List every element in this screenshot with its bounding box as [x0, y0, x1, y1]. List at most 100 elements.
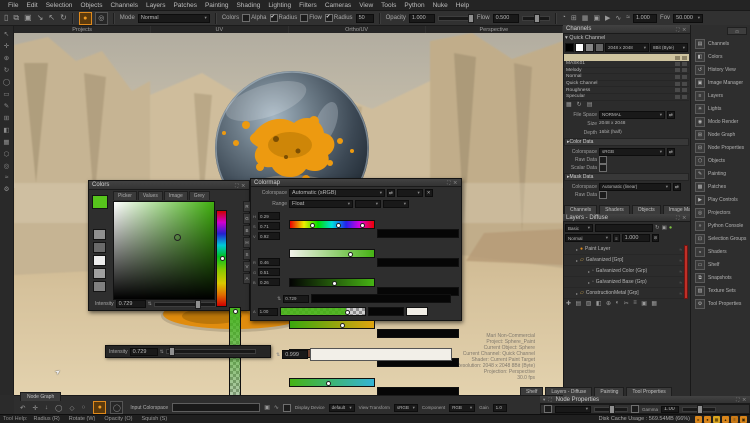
hue-strip[interactable]: [216, 210, 227, 307]
np-checkbox[interactable]: [544, 405, 552, 413]
floating-alpha-stepper-icon[interactable]: ⇅: [276, 352, 280, 358]
display-toolbar-icon[interactable]: ∿: [615, 14, 621, 22]
nodegraph-tool-icon[interactable]: ↶: [20, 404, 25, 412]
layer-amount-field[interactable]: 1.000: [622, 234, 650, 242]
gradient-strip-val[interactable]: [289, 278, 375, 287]
channel-list-item[interactable]: Normal: [564, 74, 689, 81]
mode-select[interactable]: Normal▾: [138, 14, 210, 23]
layer-row[interactable]: ▸ ▱ ConstructionMetal [Grp] ≈: [564, 288, 684, 299]
display-toolbar-icon[interactable]: ≈: [626, 14, 630, 22]
display-device-select[interactable]: default▾: [329, 404, 355, 412]
floating-intensity-field[interactable]: 0.729: [130, 348, 158, 356]
status-chip-icon[interactable]: ▸: [695, 416, 702, 423]
np-slider[interactable]: [594, 407, 628, 412]
menu-item[interactable]: Edit: [22, 2, 41, 9]
flow-field[interactable]: 0.500: [493, 14, 519, 23]
colors-tab[interactable]: Values: [138, 191, 163, 200]
layers-scrollbar[interactable]: [684, 245, 688, 299]
display-toolbar-icon[interactable]: ▶: [605, 14, 610, 22]
menu-item[interactable]: Objects: [76, 2, 106, 9]
colorspace-swap-button[interactable]: ⇄: [387, 189, 395, 197]
floating-alpha-field[interactable]: 0.999: [282, 350, 308, 359]
palette-item[interactable]: ↺ History View: [691, 63, 750, 76]
selected-channel-row[interactable]: [564, 54, 689, 61]
tool-rail-icon[interactable]: ↻: [4, 66, 9, 74]
fov-field[interactable]: 50.000▾: [673, 14, 703, 23]
status-chip-icon[interactable]: ▣: [740, 416, 747, 423]
panel-window-controls-icon[interactable]: ⛶ ✕: [676, 27, 687, 32]
viewport-tab[interactable]: Projects: [14, 26, 151, 33]
intensity-slider[interactable]: [154, 302, 216, 307]
gray-swatch[interactable]: [585, 43, 594, 52]
alpha-gradient-strip[interactable]: [280, 307, 366, 316]
layer-lock-icon[interactable]: ⊘: [652, 234, 660, 242]
layers-footer-icon[interactable]: ≡: [633, 300, 637, 307]
dock-panel-tab[interactable]: Objects: [632, 205, 661, 214]
colorspace-select[interactable]: Automatic (sRGB)▾: [289, 189, 385, 197]
tool-rail-icon[interactable]: ⬡: [4, 150, 10, 158]
layers-footer-icon[interactable]: ✂: [624, 300, 629, 307]
layer-row[interactable]: ▸ ▫ Galvanized Base (Grp) ≈: [564, 277, 684, 288]
colorspace-aux-select[interactable]: ▾: [397, 189, 423, 197]
dock-bottom-tab[interactable]: Tool Properties: [626, 387, 671, 396]
channel-list-item[interactable]: Roughness: [564, 87, 689, 94]
layers-panel-titlebar[interactable]: Layers - Diffuse ⛶ ✕: [563, 214, 690, 222]
rgb-value-field[interactable]: 0.26: [258, 278, 280, 286]
status-chip-icon[interactable]: ●: [704, 416, 711, 423]
menu-item[interactable]: Tools: [377, 2, 400, 9]
quick-channel-row[interactable]: ▾ Quick Channel: [565, 35, 605, 41]
mask-colorspace-swap-button[interactable]: ⇄: [673, 183, 681, 191]
file-toolbar-icon[interactable]: ↘: [37, 13, 44, 23]
display-toolbar-icon[interactable]: ⊞: [571, 14, 577, 22]
opacity-field[interactable]: 1.000: [409, 14, 435, 23]
file-toolbar-icon[interactable]: ⧉: [13, 13, 19, 23]
floating-intensity-slider[interactable]: [166, 349, 256, 354]
tool-rail-icon[interactable]: ↖: [4, 30, 9, 38]
colorspace-close-button[interactable]: ✕: [425, 189, 433, 197]
menu-item[interactable]: Painting: [201, 2, 233, 9]
menu-item[interactable]: Channels: [106, 2, 141, 9]
rgb-value-field[interactable]: 0.51: [258, 268, 280, 276]
menu-item[interactable]: Help: [452, 2, 473, 9]
gamma-checkbox[interactable]: [631, 405, 639, 413]
checkbox-option[interactable]: Alpha: [242, 14, 266, 22]
opacity-slider[interactable]: [438, 16, 474, 21]
palette-item[interactable]: ☀ Lights: [691, 102, 750, 115]
paint-brush-tool-icon[interactable]: ●: [79, 12, 92, 25]
tool-rail-icon[interactable]: ✛: [4, 42, 9, 50]
mask-raw-data-checkbox[interactable]: [599, 191, 607, 199]
layers-filter-select[interactable]: Basic▾: [565, 224, 593, 232]
file-space-select[interactable]: NORMAL▾: [599, 111, 665, 119]
channel-depth-select[interactable]: 8Bit (Byte)▾: [650, 43, 688, 52]
tool-rail-icon[interactable]: ▭: [3, 90, 9, 98]
checkbox-option[interactable]: Radius: [325, 14, 353, 22]
refresh-icon[interactable]: ↻: [655, 225, 660, 231]
colors-tab[interactable]: Picker: [113, 191, 137, 200]
range-select[interactable]: Float▾: [289, 200, 353, 208]
mid-value-field[interactable]: 0.729: [283, 295, 309, 303]
dock-panel-tab[interactable]: Shaders: [599, 205, 630, 214]
mask-data-section[interactable]: ▸ Mask Data: [564, 173, 689, 181]
gradient-strip-sat[interactable]: [289, 249, 375, 258]
colors-panel-titlebar[interactable]: Colors ⛶ ✕: [89, 181, 249, 190]
nodegraph-tool-icon[interactable]: ✛: [32, 404, 37, 412]
gamma-field[interactable]: 1.00: [661, 406, 679, 413]
file-space-swap-button[interactable]: ⇄: [667, 111, 675, 119]
dock-panel-tab[interactable]: Channels: [564, 205, 597, 214]
gamma-slider[interactable]: [682, 407, 716, 412]
layers-footer-icon[interactable]: ✚: [566, 300, 571, 307]
palette-item[interactable]: ▤ Channels: [691, 37, 750, 50]
palette-item[interactable]: ≡ Layers: [691, 89, 750, 102]
trash-icon[interactable]: ▣: [662, 225, 667, 231]
palette-item[interactable]: ◧ Colors: [691, 50, 750, 63]
menu-item[interactable]: Cameras: [321, 2, 355, 9]
node-graph-tab[interactable]: Node Graph: [20, 392, 61, 401]
layers-footer-icon[interactable]: ◐: [616, 300, 620, 307]
tool-rail-icon[interactable]: ⚙: [4, 185, 10, 193]
channels-panel-titlebar[interactable]: Channels ⛶ ✕: [563, 25, 690, 34]
channel-size-select[interactable]: 2048 x 2048▾: [605, 43, 649, 52]
palette-item[interactable]: ◎ Projectors: [691, 206, 750, 219]
nodegraph-tool-icon[interactable]: ◯: [55, 404, 62, 412]
gain-field[interactable]: 1.0: [493, 404, 507, 412]
mask-colorspace-select[interactable]: Automatic (linear)▾: [599, 183, 671, 191]
